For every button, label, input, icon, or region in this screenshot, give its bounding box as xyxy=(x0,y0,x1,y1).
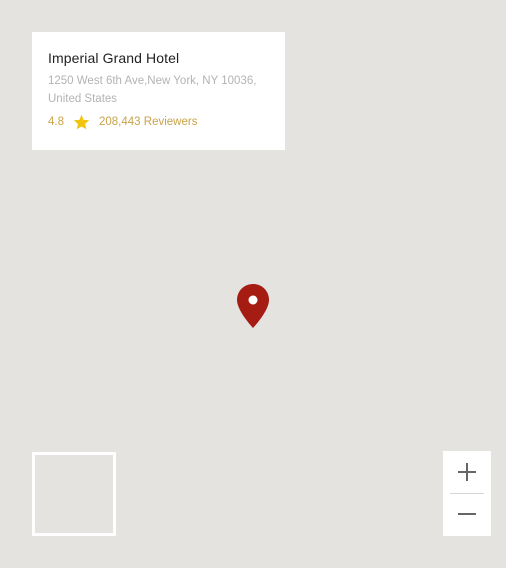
minus-icon xyxy=(458,513,476,515)
hotel-name: Imperial Grand Hotel xyxy=(48,50,180,66)
hotel-address: 1250 West 6th Ave,New York, NY 10036, Un… xyxy=(48,75,257,105)
rating-value: 4.8 xyxy=(48,116,64,128)
map-type-thumbnail[interactable] xyxy=(32,452,116,536)
zoom-in-button[interactable] xyxy=(443,451,491,493)
map-canvas[interactable]: Imperial Grand Hotel 1250 West 6th Ave,N… xyxy=(0,0,506,568)
map-marker-icon[interactable] xyxy=(236,283,270,329)
zoom-out-button[interactable] xyxy=(443,494,491,536)
plus-icon xyxy=(458,463,476,481)
hotel-info-card: Imperial Grand Hotel 1250 West 6th Ave,N… xyxy=(32,32,285,150)
reviewers-count: 208,443 Reviewers xyxy=(99,116,198,128)
hotel-rating: 4.8 208,443 Reviewers xyxy=(48,114,269,130)
zoom-controls xyxy=(443,451,491,536)
star-icon xyxy=(73,114,90,130)
